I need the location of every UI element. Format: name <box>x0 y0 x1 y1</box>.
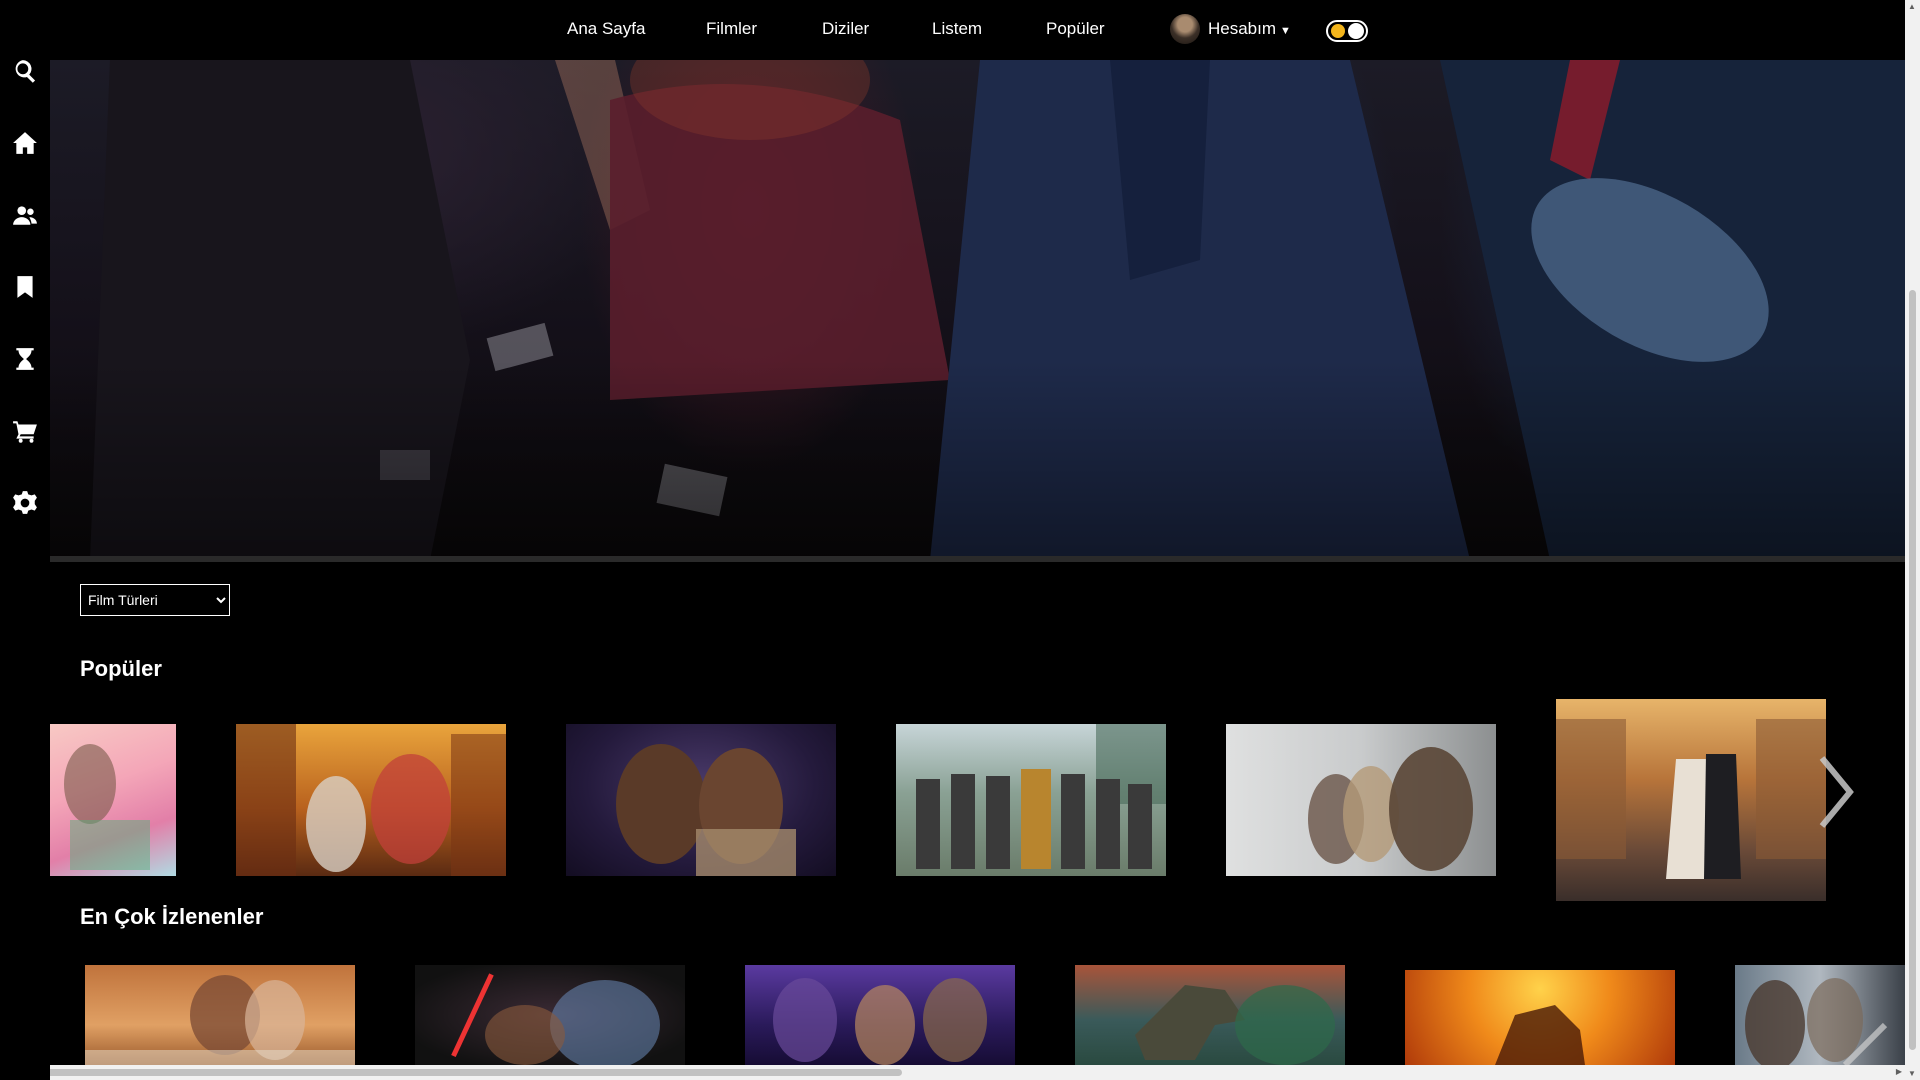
toggle-knob <box>1348 23 1364 39</box>
scroll-right-icon[interactable]: ▶ <box>1896 1067 1902 1076</box>
avatar <box>1170 14 1200 44</box>
nav-popular[interactable]: Popüler <box>1046 19 1105 39</box>
scroll-down-icon[interactable]: ▼ <box>1908 1069 1916 1078</box>
sidebar <box>0 0 50 1080</box>
section-title-most-watched: En Çok İzlenenler <box>80 904 264 929</box>
search-icon[interactable] <box>12 58 38 84</box>
settings-icon[interactable] <box>12 490 38 516</box>
popular-poster-2[interactable] <box>236 724 506 876</box>
section-title-popular: Popüler <box>80 656 162 681</box>
nav-movies[interactable]: Filmler <box>706 19 757 39</box>
theme-toggle[interactable] <box>1326 20 1368 42</box>
most-watched-poster-2[interactable] <box>415 965 685 1065</box>
horizontal-scroll-thumb[interactable] <box>14 1069 902 1076</box>
popular-poster-6[interactable] <box>1556 699 1826 901</box>
most-watched-poster-1[interactable] <box>85 965 355 1065</box>
genre-select[interactable]: Film Türleri <box>80 584 230 616</box>
home-icon[interactable] <box>12 130 38 156</box>
vertical-scrollbar[interactable]: ▲ ▼ <box>1905 0 1920 1080</box>
top-navigation: Ana Sayfa Filmler Diziler Listem Popüler… <box>0 0 1905 60</box>
hourglass-icon[interactable] <box>12 346 38 372</box>
account-menu[interactable]: Hesabım ▼ <box>1170 13 1291 45</box>
popular-poster-5[interactable] <box>1226 724 1496 876</box>
account-label: Hesabım <box>1208 19 1277 38</box>
caret-down-icon: ▼ <box>1280 25 1291 37</box>
most-watched-poster-3[interactable] <box>745 965 1015 1065</box>
popular-poster-1[interactable] <box>50 724 176 876</box>
bookmark-icon[interactable] <box>12 274 38 300</box>
next-arrow-icon[interactable] <box>1810 752 1860 832</box>
most-watched-poster-4[interactable] <box>1075 965 1345 1065</box>
cart-icon[interactable] <box>12 418 38 444</box>
most-watched-poster-5[interactable] <box>1405 970 1675 1065</box>
most-watched-poster-6[interactable] <box>1735 965 1905 1065</box>
horizontal-scrollbar[interactable]: ◀ ▶ <box>0 1065 1905 1080</box>
hero-divider <box>50 556 1905 562</box>
popular-poster-4[interactable] <box>896 724 1166 876</box>
vertical-scroll-thumb[interactable] <box>1909 290 1916 1050</box>
hero-overlay <box>50 60 1905 560</box>
sun-icon <box>1331 24 1345 38</box>
nav-series[interactable]: Diziler <box>822 19 869 39</box>
hero-banner[interactable] <box>50 60 1905 560</box>
nav-my-list[interactable]: Listem <box>932 19 982 39</box>
users-icon[interactable] <box>12 202 38 228</box>
nav-home[interactable]: Ana Sayfa <box>567 19 645 39</box>
popular-poster-3[interactable] <box>566 724 836 876</box>
scroll-up-icon[interactable]: ▲ <box>1908 2 1916 11</box>
